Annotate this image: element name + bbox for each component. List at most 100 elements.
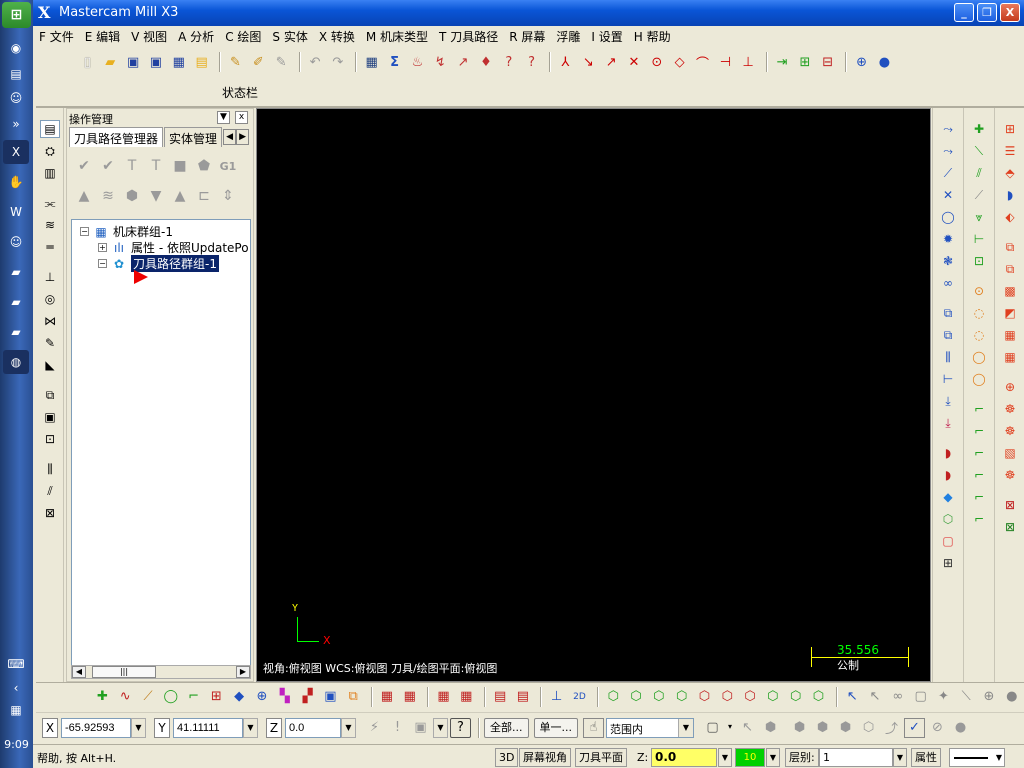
rectangle-icon[interactable]: ⌐ (969, 488, 989, 506)
tab-toolpath-manager[interactable]: 刀具路径管理器 (69, 127, 164, 147)
clear-selection-icon[interactable]: ⊘ (927, 718, 948, 738)
chamfer-chain-icon[interactable]: ⌐ (969, 466, 989, 484)
view-front-icon[interactable]: ⬡ (648, 687, 669, 707)
attributes-icon[interactable]: ▤ (490, 687, 511, 707)
tree-node-toolpath-group[interactable]: − ✿ 刀具路径群组-1 (98, 255, 219, 272)
menu-art[interactable]: 浮雕 (556, 28, 580, 45)
move-down-icon[interactable]: ▼ (145, 185, 167, 207)
engrave-icon[interactable]: ⋈ (40, 312, 60, 330)
drag-icon[interactable]: ⤓ (938, 414, 958, 432)
xform-create-icon[interactable]: ⧉ (343, 687, 364, 707)
backplot-icon[interactable]: ■ (169, 155, 191, 177)
offset-icon[interactable]: ⊢ (938, 370, 958, 388)
menu-edit[interactable]: E 编辑 (85, 28, 120, 45)
pencil-icon[interactable]: ✎ (40, 334, 60, 352)
level-dropdown-icon[interactable]: ▼ (893, 748, 907, 767)
level-input[interactable]: 1 (819, 748, 893, 767)
circle-edge-icon[interactable]: ✹ (938, 230, 958, 248)
select-all-button[interactable]: 全部... (484, 717, 529, 738)
solid-find-icon[interactable]: ⊠ (1000, 518, 1020, 536)
graphics-viewport[interactable]: Y X 视角:俯视图 WCS:俯视图 刀具/绘图平面:俯视图 35.556 公制 (256, 108, 931, 682)
solid-extrude-icon[interactable]: ⬘ (1000, 164, 1020, 182)
spline-icon[interactable]: ❃ (938, 252, 958, 270)
create-point-icon[interactable]: ✚ (92, 687, 113, 707)
end-select-icon[interactable]: ● (1001, 687, 1022, 707)
level-grid2-icon[interactable]: ▦ (399, 687, 420, 707)
fillet-icon[interactable]: ⌐ (969, 400, 989, 418)
2d-3d-toggle-icon[interactable]: 2D (569, 687, 590, 707)
sigma-icon[interactable]: Σ (384, 52, 405, 72)
x-coord-dropdown-icon[interactable]: ▼ (131, 717, 146, 738)
scroll-thumb[interactable]: ||| (92, 666, 156, 678)
select-dirty-ops-icon[interactable]: ✔ (97, 155, 119, 177)
z-coord-label[interactable]: Z (266, 717, 282, 738)
point-grid-icon[interactable]: ⊡ (969, 252, 989, 270)
level-remove-icon[interactable]: ⊟ (817, 52, 838, 72)
grid-icon[interactable]: ▦ (361, 52, 382, 72)
face-mode-icon[interactable]: ⬢ (789, 718, 810, 738)
scale-icon[interactable]: ⤓ (938, 392, 958, 410)
polygon-icon[interactable]: ⌐ (969, 510, 989, 528)
regenerate-dirty-icon[interactable]: T (145, 155, 167, 177)
insert-arrow-marker-icon[interactable] (134, 270, 148, 284)
parallel-line-icon[interactable]: ⫽ (969, 164, 989, 182)
circle-3pt-icon[interactable]: ◯ (938, 208, 958, 226)
color-grid2-icon[interactable]: ▦ (456, 687, 477, 707)
line-closest-icon[interactable]: ⤳ (938, 142, 958, 160)
x-coord-label[interactable]: X (42, 717, 58, 738)
tray-chevron-icon[interactable]: ‹ (3, 676, 29, 700)
solid-fillet-icon[interactable]: ⧉ (1000, 238, 1020, 256)
circle-center-point-icon[interactable]: ⊙ (969, 282, 989, 300)
solid-revolve-icon[interactable]: ◗ (1000, 186, 1020, 204)
solid-sweep-icon[interactable]: ⬖ (1000, 208, 1020, 226)
scroll-left-icon[interactable]: ◀ (72, 666, 86, 678)
back-mode-icon[interactable]: ⬡ (858, 718, 879, 738)
cursor-mode-icon[interactable]: ↖ (737, 718, 758, 738)
screen-view-button[interactable]: 屏幕视角 (519, 748, 571, 767)
line-style-select[interactable]: ▼ (949, 748, 1005, 767)
surface-loft-icon[interactable]: ◗ (938, 466, 958, 484)
tool-info-icon[interactable]: ? (498, 52, 519, 72)
menu-machine-type[interactable]: M 机床类型 (366, 28, 428, 45)
tool-manager-icon[interactable]: ♨ (407, 52, 428, 72)
transform-icon[interactable]: ⧉ (40, 386, 60, 404)
level-add-icon[interactable]: ⊞ (794, 52, 815, 72)
drill-icon[interactable]: ⊥ (40, 268, 60, 286)
tab-scroll-left-button[interactable]: ◀ (223, 129, 237, 145)
polygon-select-icon[interactable]: ✦ (933, 687, 954, 707)
arc-3pt-icon[interactable]: ◌ (969, 304, 989, 322)
attributes-button[interactable]: 属性 (911, 748, 941, 767)
wireframe-icon[interactable]: ⊕ (851, 52, 872, 72)
arc-polar-icon[interactable]: ◌ (969, 326, 989, 344)
rect-create-icon[interactable]: ⊞ (206, 687, 227, 707)
tree-horizontal-scrollbar[interactable]: ◀ ||| ▶ (71, 665, 251, 679)
z-depth-dropdown-icon[interactable]: ▼ (718, 748, 732, 767)
redo-icon[interactable]: ↷ (327, 52, 348, 72)
select-single-button[interactable]: 单一... (533, 717, 578, 738)
dimension-create-icon[interactable]: ▞ (297, 687, 318, 707)
bisect-line-icon[interactable]: ⟋ (969, 186, 989, 204)
drill-view-icon[interactable]: ⊥ (546, 687, 567, 707)
task-firefox-icon[interactable]: ◍ (3, 350, 29, 374)
config-icon[interactable]: ▣ (410, 718, 431, 738)
save-icon[interactable]: ▣ (123, 52, 144, 72)
solid-history-icon[interactable]: ☸ (1000, 466, 1020, 484)
break-icon[interactable]: ↘ (578, 52, 599, 72)
menu-toolpaths[interactable]: T 刀具路径 (439, 28, 498, 45)
toggle-display-icon[interactable]: ≋ (97, 185, 119, 207)
level-in-icon[interactable]: ⇥ (772, 52, 793, 72)
range-dropdown-icon[interactable]: ▼ (678, 718, 693, 737)
help-icon[interactable]: ? (450, 717, 471, 738)
ops-manager-toggle-icon[interactable]: ▤ (40, 120, 60, 138)
circle-mill-icon[interactable]: ◎ (40, 290, 60, 308)
circle-center-icon[interactable]: ⊙ (646, 52, 667, 72)
attributes2-icon[interactable]: ▤ (513, 687, 534, 707)
select-cursor2-icon[interactable]: ↖ (865, 687, 886, 707)
view-cplane-icon[interactable]: ⬡ (694, 687, 715, 707)
scroll-icon[interactable]: ⇕ (217, 185, 239, 207)
open-file-icon[interactable]: ▰ (100, 52, 121, 72)
select-all-ops-icon[interactable]: ✔ (73, 155, 95, 177)
verify-icon[interactable]: ⬟ (193, 155, 215, 177)
edge-mode-icon[interactable]: ⬢ (812, 718, 833, 738)
arc-endpoints-icon[interactable]: ◯ (969, 348, 989, 366)
